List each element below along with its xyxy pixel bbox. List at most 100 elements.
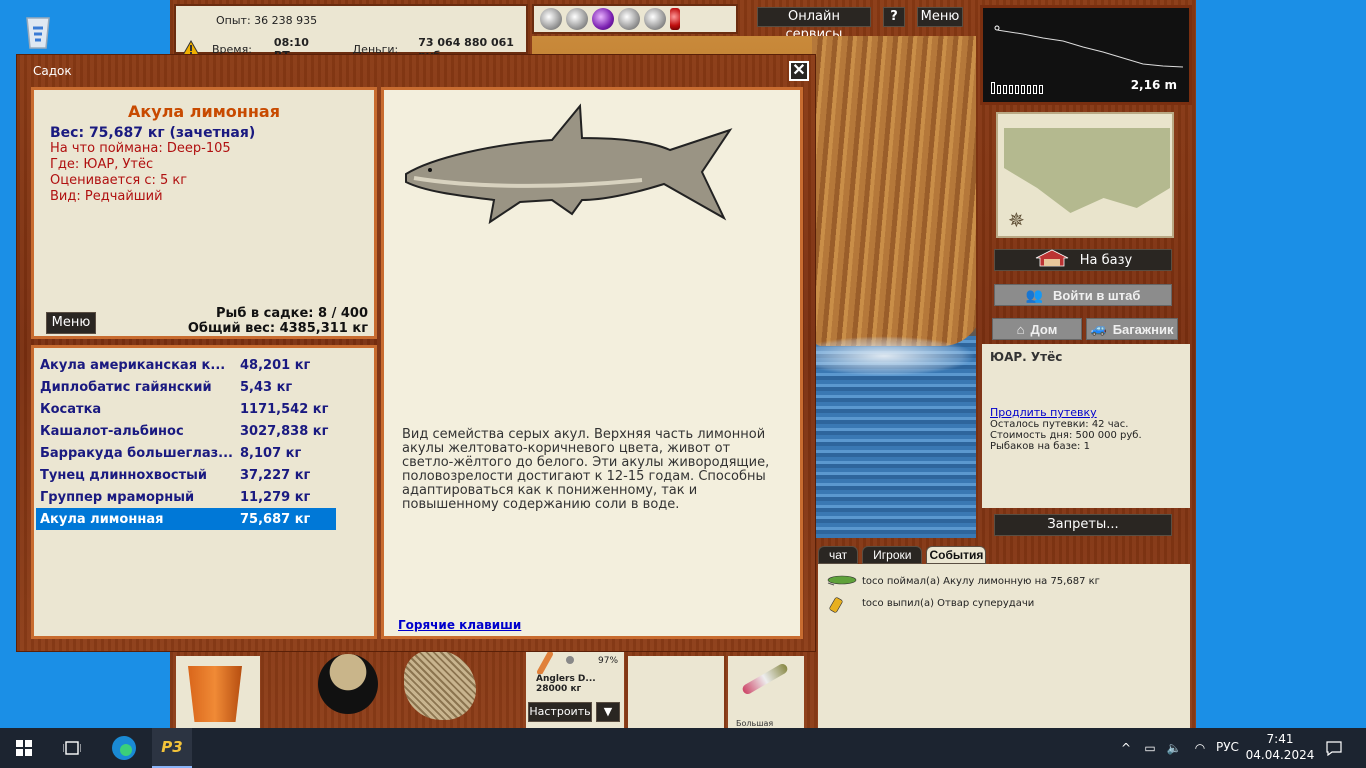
- fish-info-panel: Акула лимонная Вес: 75,687 кг (зачетная)…: [31, 87, 377, 339]
- permit-remaining: Осталось путевки: 42 час.: [990, 419, 1129, 430]
- network-icon[interactable]: ◠: [1190, 728, 1210, 768]
- home-button[interactable]: ⌂ Дом: [992, 318, 1082, 340]
- lure-icon: [824, 573, 857, 589]
- list-item-selected[interactable]: Акула лимонная 75,687 кг: [36, 508, 336, 530]
- trunk-button[interactable]: 🚙 Багажник: [1086, 318, 1178, 340]
- potion-bar: [532, 4, 738, 34]
- edge-browser-icon[interactable]: [106, 728, 142, 768]
- taskbar: P3 ^ ▭ 🔈 ◠ РУС 7:41 04.04.2024: [0, 728, 1366, 768]
- tab-players[interactable]: Игроки: [862, 546, 923, 564]
- tackle-dropdown-button[interactable]: ▼: [596, 702, 620, 722]
- empty-tackle-slot[interactable]: [628, 656, 724, 728]
- volume-icon[interactable]: 🔈: [1164, 728, 1184, 768]
- clock-time: 7:41: [1266, 732, 1294, 746]
- fish-list-weight: 37,227 кг: [240, 467, 311, 483]
- hotkeys-link[interactable]: Горячие клавиши: [398, 618, 521, 632]
- tab-chat[interactable]: чат: [818, 546, 859, 564]
- fish-list-weight: 8,107 кг: [240, 445, 302, 461]
- fish-list-weight: 1171,542 кг: [240, 401, 329, 417]
- tackle-name: Anglers D...: [536, 674, 596, 684]
- battery-icon[interactable]: ▭: [1140, 728, 1160, 768]
- fish-description-panel: Вид семейства серых акул. Верхняя часть …: [381, 87, 803, 639]
- compass-icon: ✵: [1008, 208, 1025, 232]
- fish-description-text: Вид семейства серых акул. Верхняя часть …: [402, 427, 770, 512]
- trunk-label: Багажник: [1112, 321, 1174, 337]
- help-button[interactable]: ?: [883, 7, 905, 27]
- game-app-label: P3: [161, 738, 183, 756]
- game-app-icon[interactable]: P3: [152, 728, 192, 768]
- experience-label: Опыт: 36 238 935: [216, 14, 318, 27]
- potion-bottle-icon[interactable]: [566, 8, 588, 30]
- fish-rated-from: Оценивается с: 5 кг: [50, 173, 188, 188]
- keepnet-stats: Рыб в садке: 8 / 400 Общий вес: 4385,311…: [188, 306, 368, 336]
- line-tension-indicator: [991, 82, 1043, 94]
- bucket-slot[interactable]: [176, 656, 260, 728]
- go-to-base-button[interactable]: На базу: [994, 249, 1172, 271]
- list-item[interactable]: Группер мраморный 11,279 кг: [36, 486, 336, 508]
- people-icon: 👥: [1025, 286, 1044, 303]
- fish-list-weight: 48,201 кг: [240, 357, 311, 373]
- start-windows-icon[interactable]: [10, 728, 38, 768]
- fish-list-name: Группер мраморный: [40, 489, 195, 505]
- fish-list-name: Косатка: [40, 401, 102, 417]
- main-menu-button[interactable]: Меню: [917, 7, 963, 27]
- tab-events[interactable]: События: [926, 546, 987, 564]
- fish-list-name: Акула лимонная: [40, 511, 164, 527]
- surf-foam: [792, 336, 976, 376]
- language-indicator[interactable]: РУС: [1216, 740, 1239, 754]
- fish-list-weight: 75,687 кг: [240, 511, 311, 527]
- list-item[interactable]: Тунец длиннохвостый 37,227 кг: [36, 464, 336, 486]
- event-text: toco поймал(а) Акулу лимонную на 75,687 …: [862, 575, 1100, 587]
- red-potion-icon[interactable]: [670, 8, 680, 30]
- potion-bottle-icon[interactable]: [644, 8, 666, 30]
- fish-list-weight: 3027,838 кг: [240, 423, 329, 439]
- list-item[interactable]: Кашалот-альбинос 3027,838 кг: [36, 420, 336, 442]
- list-item[interactable]: Акула американская к... 48,201 кг: [36, 354, 336, 376]
- enter-hq-label: Войти в штаб: [1053, 287, 1141, 303]
- location-map[interactable]: ✵: [996, 112, 1174, 238]
- purple-potion-icon[interactable]: [592, 8, 614, 30]
- fish-list-weight: 5,43 кг: [240, 379, 293, 395]
- potion-icon: [824, 595, 854, 613]
- enter-hq-button[interactable]: 👥 Войти в штаб: [994, 284, 1172, 306]
- keepnet-menu-button[interactable]: Меню: [46, 312, 96, 334]
- fish-list-name: Диплобатис гайянский: [40, 379, 212, 395]
- fish-name: Акула лимонная: [128, 102, 280, 121]
- bait-pot-icon[interactable]: [318, 654, 378, 714]
- extend-permit-link[interactable]: Продлить путевку: [990, 406, 1182, 419]
- task-view-icon[interactable]: [58, 728, 86, 768]
- go-to-base-label: На базу: [1079, 252, 1133, 268]
- close-button[interactable]: ✕: [789, 61, 809, 81]
- depth-profile-chart: [994, 25, 1184, 68]
- potion-bottle-icon[interactable]: [618, 8, 640, 30]
- day-cost: Стоимость дня: 500 000 руб.: [990, 430, 1142, 441]
- setup-tackle-button[interactable]: Настроить: [528, 702, 592, 722]
- event-text: toco выпил(а) Отвар суперудачи: [862, 597, 1035, 609]
- lure-label: Большая: [736, 719, 774, 728]
- fish-bait: На что поймана: Deep-105: [50, 141, 231, 156]
- player-stats-panel: Опыт: 36 238 935 Время: 08:10 ВТ Деньги:…: [174, 4, 528, 62]
- event-item: toco поймал(а) Акулу лимонную на 75,687 …: [824, 570, 1184, 592]
- notifications-icon[interactable]: [1322, 728, 1346, 768]
- event-item: toco выпил(а) Отвар суперудачи: [824, 592, 1184, 614]
- recycle-bin-icon[interactable]: [17, 10, 59, 52]
- list-item[interactable]: Косатка 1171,542 кг: [36, 398, 336, 420]
- fish-count: Рыб в садке: 8 / 400: [216, 306, 368, 321]
- lure-slot[interactable]: Большая: [728, 656, 804, 728]
- car-icon: 🚙: [1090, 321, 1107, 336]
- clock[interactable]: 7:41 04.04.2024: [1240, 731, 1320, 763]
- chevron-up-icon[interactable]: ^: [1118, 728, 1134, 768]
- depth-sonar-panel: 2,16 m: [980, 5, 1192, 105]
- shark-image: [405, 103, 733, 225]
- online-services-button[interactable]: Онлайн сервисы: [757, 7, 871, 42]
- home-label: Дом: [1030, 321, 1058, 337]
- location-info-panel: ЮАР. Утёс Продлить путевку Осталось путе…: [982, 344, 1190, 508]
- list-item[interactable]: Диплобатис гайянский 5,43 кг: [36, 376, 336, 398]
- map-land: [1004, 128, 1170, 213]
- depth-value: 2,16 m: [1130, 78, 1177, 92]
- clock-date: 04.04.2024: [1245, 748, 1315, 762]
- bucket-icon: [188, 666, 242, 722]
- potion-bottle-icon[interactable]: [540, 8, 562, 30]
- list-item[interactable]: Барракуда большеглаз... 8,107 кг: [36, 442, 336, 464]
- bans-button[interactable]: Запреты...: [994, 514, 1172, 536]
